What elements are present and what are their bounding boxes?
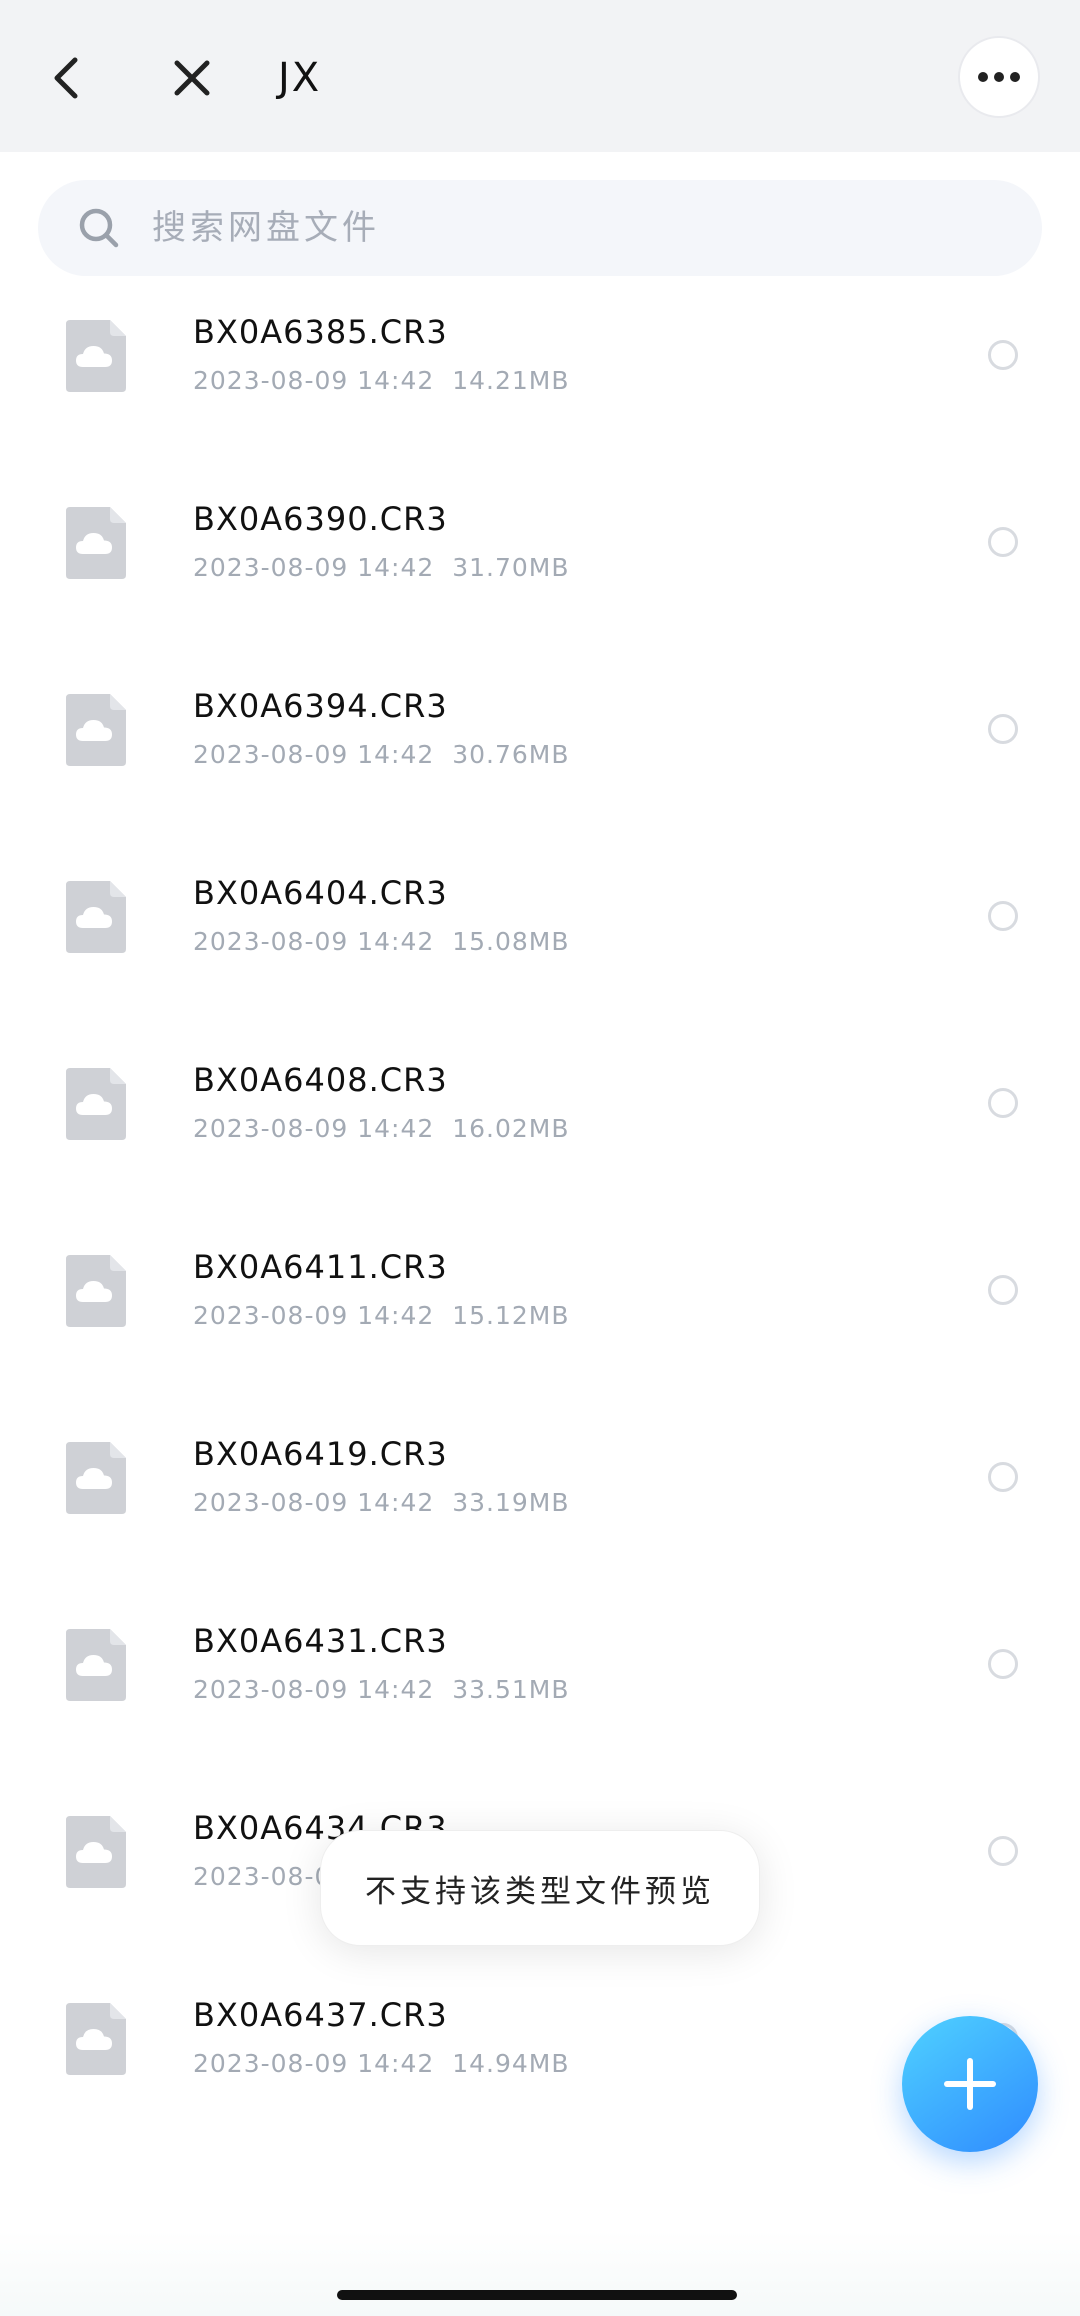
file-name: BX0A6408.CR3 <box>193 1061 448 1099</box>
top-bar: JX <box>0 0 1080 152</box>
file-size: 30.76MB <box>452 740 570 769</box>
file-date: 2023-08-09 14:42 <box>193 1488 435 1517</box>
close-icon <box>174 60 210 96</box>
file-date: 2023-08-09 14:42 <box>193 1675 435 1704</box>
search-bar[interactable] <box>38 180 1042 276</box>
file-date: 2023-08-09 14:42 <box>193 2049 435 2078</box>
cloud-file-icon <box>66 2003 126 2075</box>
select-radio[interactable] <box>988 527 1018 557</box>
cloud-file-icon <box>66 1442 126 1514</box>
file-size: 14.94MB <box>452 2049 570 2078</box>
file-date: 2023-08-09 14:42 <box>193 366 435 395</box>
bottom-fade <box>0 2230 1080 2316</box>
file-date: 2023-08-09 14:42 <box>193 740 435 769</box>
file-meta: 2023-08-09 14:42 33.51MB <box>193 1673 569 1707</box>
back-button[interactable] <box>34 42 98 114</box>
file-name: BX0A6437.CR3 <box>193 1996 448 2034</box>
more-horizontal-icon <box>978 72 1020 82</box>
file-size: 16.02MB <box>452 1114 570 1143</box>
file-meta: 2023-08-09 14:42 14.94MB <box>193 2047 569 2081</box>
file-size: 31.70MB <box>452 553 570 582</box>
chevron-left-icon <box>54 57 78 99</box>
close-button[interactable] <box>160 42 224 114</box>
select-radio[interactable] <box>988 1462 1018 1492</box>
file-name: BX0A6431.CR3 <box>193 1622 448 1660</box>
search-input[interactable] <box>150 207 974 249</box>
plus-icon <box>944 2058 996 2110</box>
file-meta: 2023-08-09 14:42 14.21MB <box>193 364 569 398</box>
cloud-file-icon <box>66 1068 126 1140</box>
file-meta: 2023-08-09 14:42 30.76MB <box>193 738 569 772</box>
select-radio[interactable] <box>988 1275 1018 1305</box>
add-button[interactable] <box>902 2016 1038 2152</box>
file-row[interactable]: BX0A6408.CR3 2023-08-09 14:42 16.02MB <box>0 1038 1080 1225</box>
file-row[interactable]: BX0A6431.CR3 2023-08-09 14:42 33.51MB <box>0 1599 1080 1786</box>
file-meta: 2023-08-09 14:42 31.70MB <box>193 551 569 585</box>
cloud-file-icon <box>66 1816 126 1888</box>
file-date: 2023-08-09 14:42 <box>193 1114 435 1143</box>
file-meta: 2023-08-09 14:42 15.08MB <box>193 925 569 959</box>
file-row[interactable]: BX0A6411.CR3 2023-08-09 14:42 15.12MB <box>0 1225 1080 1412</box>
select-radio[interactable] <box>988 340 1018 370</box>
select-radio[interactable] <box>988 1088 1018 1118</box>
cloud-file-icon <box>66 1629 126 1701</box>
file-size: 33.51MB <box>452 1675 570 1704</box>
file-date: 2023-08-09 14:42 <box>193 553 435 582</box>
file-name: BX0A6411.CR3 <box>193 1248 448 1286</box>
search-icon <box>79 208 119 248</box>
select-radio[interactable] <box>988 714 1018 744</box>
cloud-file-icon <box>66 320 126 392</box>
file-name: BX0A6404.CR3 <box>193 874 448 912</box>
file-size: 15.12MB <box>452 1301 570 1330</box>
file-size: 15.08MB <box>452 927 570 956</box>
cloud-file-icon <box>66 694 126 766</box>
file-row[interactable]: BX0A6385.CR3 2023-08-09 14:42 14.21MB <box>0 290 1080 477</box>
file-name: BX0A6390.CR3 <box>193 500 448 538</box>
toast-message: 不支持该类型文件预览 <box>320 1830 760 1946</box>
file-date: 2023-08-09 14:42 <box>193 927 435 956</box>
file-row[interactable]: BX0A6404.CR3 2023-08-09 14:42 15.08MB <box>0 851 1080 1038</box>
cloud-file-icon <box>66 507 126 579</box>
file-row[interactable]: BX0A6394.CR3 2023-08-09 14:42 30.76MB <box>0 664 1080 851</box>
file-name: BX0A6385.CR3 <box>193 313 448 351</box>
file-size: 33.19MB <box>452 1488 570 1517</box>
select-radio[interactable] <box>988 1649 1018 1679</box>
file-row[interactable]: BX0A6390.CR3 2023-08-09 14:42 31.70MB <box>0 477 1080 664</box>
file-meta: 2023-08-09 14:42 33.19MB <box>193 1486 569 1520</box>
more-button[interactable] <box>958 36 1040 118</box>
select-radio[interactable] <box>988 1836 1018 1866</box>
file-meta: 2023-08-09 14:42 15.12MB <box>193 1299 569 1333</box>
file-meta: 2023-08-09 14:42 16.02MB <box>193 1112 569 1146</box>
page-title: JX <box>278 55 322 101</box>
home-indicator <box>337 2290 737 2300</box>
file-name: BX0A6419.CR3 <box>193 1435 448 1473</box>
file-date: 2023-08-09 14:42 <box>193 1301 435 1330</box>
cloud-file-icon <box>66 1255 126 1327</box>
file-name: BX0A6394.CR3 <box>193 687 448 725</box>
select-radio[interactable] <box>988 901 1018 931</box>
cloud-file-icon <box>66 881 126 953</box>
file-row[interactable]: BX0A6419.CR3 2023-08-09 14:42 33.19MB <box>0 1412 1080 1599</box>
file-size: 14.21MB <box>452 366 570 395</box>
